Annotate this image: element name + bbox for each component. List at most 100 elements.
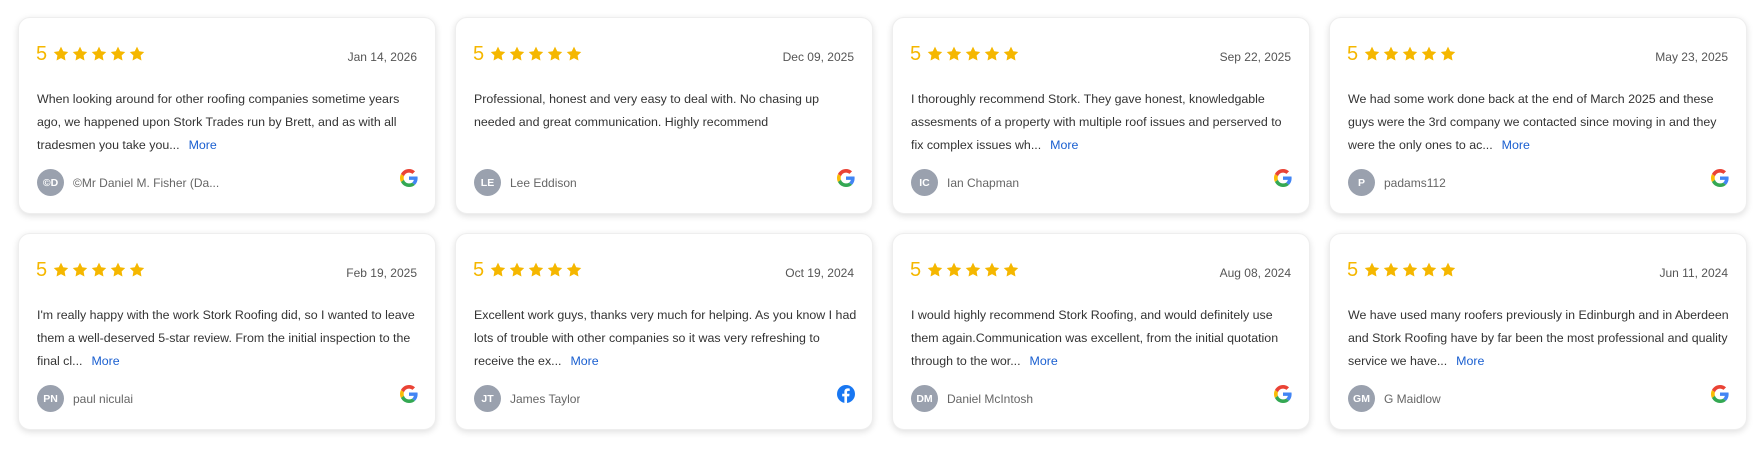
star-icon: [1420, 45, 1438, 63]
star-icon: [1401, 261, 1419, 279]
review-body: Excellent work guys, thanks very much fo…: [474, 308, 857, 368]
review-body: When looking around for other roofing co…: [37, 92, 400, 152]
star-icon: [964, 45, 982, 63]
star-icon: [983, 45, 1001, 63]
review-body: I thoroughly recommend Stork. They gave …: [911, 92, 1282, 152]
google-icon[interactable]: [837, 169, 855, 187]
star-icon: [128, 261, 146, 279]
review-text: When looking around for other roofing co…: [37, 88, 421, 157]
review-body: We have used many roofers previously in …: [1348, 308, 1729, 368]
review-date: Oct 19, 2024: [785, 266, 854, 280]
author-name: paul niculai: [73, 392, 134, 406]
google-icon[interactable]: [1711, 385, 1729, 403]
review-date: Feb 19, 2025: [346, 266, 417, 280]
star-rating: [52, 45, 147, 63]
more-link[interactable]: More: [91, 354, 119, 368]
star-icon: [945, 261, 963, 279]
star-icon: [508, 45, 526, 63]
star-icon: [489, 261, 507, 279]
review-card: 5 Jun 11, 2024 We have used many roofers…: [1329, 233, 1747, 430]
star-icon: [926, 45, 944, 63]
review-card: 5 Jan 14, 2026 When looking around for o…: [18, 17, 436, 214]
star-rating: [489, 261, 584, 279]
review-text: Professional, honest and very easy to de…: [474, 88, 858, 134]
rating-value: 5: [473, 43, 485, 65]
rating: 5: [1347, 260, 1458, 280]
rating-value: 5: [36, 259, 48, 281]
avatar: P: [1348, 169, 1375, 196]
author-name: Lee Eddison: [510, 176, 577, 190]
star-icon: [52, 45, 70, 63]
star-icon: [71, 261, 89, 279]
author-name: Ian Chapman: [947, 176, 1020, 190]
author-name: G Maidlow: [1384, 392, 1441, 406]
star-icon: [1439, 45, 1457, 63]
avatar: DM: [911, 385, 938, 412]
more-link[interactable]: More: [1030, 354, 1058, 368]
more-link[interactable]: More: [189, 138, 217, 152]
rating-value: 5: [36, 43, 48, 65]
star-icon: [565, 45, 583, 63]
review-card: 5 Feb 19, 2025 I'm really happy with the…: [18, 233, 436, 430]
star-icon: [508, 261, 526, 279]
rating-value: 5: [473, 259, 485, 281]
star-icon: [1002, 261, 1020, 279]
more-link[interactable]: More: [1456, 354, 1484, 368]
review-body: We had some work done back at the end of…: [1348, 92, 1717, 152]
google-icon[interactable]: [400, 169, 418, 187]
star-icon: [1363, 45, 1381, 63]
google-icon[interactable]: [1711, 169, 1729, 187]
more-link[interactable]: More: [1502, 138, 1530, 152]
review-date: Sep 22, 2025: [1219, 50, 1291, 64]
star-icon: [109, 45, 127, 63]
star-icon: [1439, 261, 1457, 279]
star-icon: [1363, 261, 1381, 279]
rating: 5: [36, 260, 147, 280]
review-date: Dec 09, 2025: [782, 50, 854, 64]
more-link[interactable]: More: [570, 354, 598, 368]
rating: 5: [473, 44, 584, 64]
star-icon: [964, 261, 982, 279]
star-icon: [71, 45, 89, 63]
star-icon: [945, 45, 963, 63]
author-name: padams112: [1384, 176, 1446, 190]
more-link[interactable]: More: [1050, 138, 1078, 152]
star-rating: [489, 45, 584, 63]
star-icon: [109, 261, 127, 279]
review-card: 5 May 23, 2025 We had some work done bac…: [1329, 17, 1747, 214]
review-text: We have used many roofers previously in …: [1348, 304, 1732, 373]
author-name: ©Mr Daniel M. Fisher (Da...: [73, 176, 220, 190]
avatar: LE: [474, 169, 501, 196]
star-icon: [1382, 261, 1400, 279]
rating: 5: [1347, 44, 1458, 64]
google-icon[interactable]: [400, 385, 418, 403]
star-rating: [52, 261, 147, 279]
review-text: Excellent work guys, thanks very much fo…: [474, 304, 858, 373]
review-text: I'm really happy with the work Stork Roo…: [37, 304, 421, 373]
facebook-icon[interactable]: [837, 385, 855, 403]
rating-value: 5: [1347, 43, 1359, 65]
review-date: Aug 08, 2024: [1219, 266, 1291, 280]
avatar: GM: [1348, 385, 1375, 412]
rating: 5: [910, 44, 1021, 64]
review-card: 5 Sep 22, 2025 I thoroughly recommend St…: [892, 17, 1310, 214]
google-icon[interactable]: [1274, 385, 1292, 403]
avatar: IC: [911, 169, 938, 196]
star-rating: [1363, 45, 1458, 63]
google-icon[interactable]: [1274, 169, 1292, 187]
review-body: Professional, honest and very easy to de…: [474, 92, 820, 129]
star-icon: [565, 261, 583, 279]
review-date: Jun 11, 2024: [1659, 266, 1728, 280]
rating: 5: [910, 260, 1021, 280]
rating-value: 5: [1347, 259, 1359, 281]
review-text: We had some work done back at the end of…: [1348, 88, 1732, 157]
star-icon: [489, 45, 507, 63]
author-name: Daniel McIntosh: [947, 392, 1034, 406]
review-card: 5 Oct 19, 2024 Excellent work guys, than…: [455, 233, 873, 430]
review-date: May 23, 2025: [1655, 50, 1728, 64]
star-icon: [546, 261, 564, 279]
avatar: ©D: [37, 169, 64, 196]
star-icon: [546, 45, 564, 63]
star-rating: [1363, 261, 1458, 279]
star-icon: [527, 45, 545, 63]
